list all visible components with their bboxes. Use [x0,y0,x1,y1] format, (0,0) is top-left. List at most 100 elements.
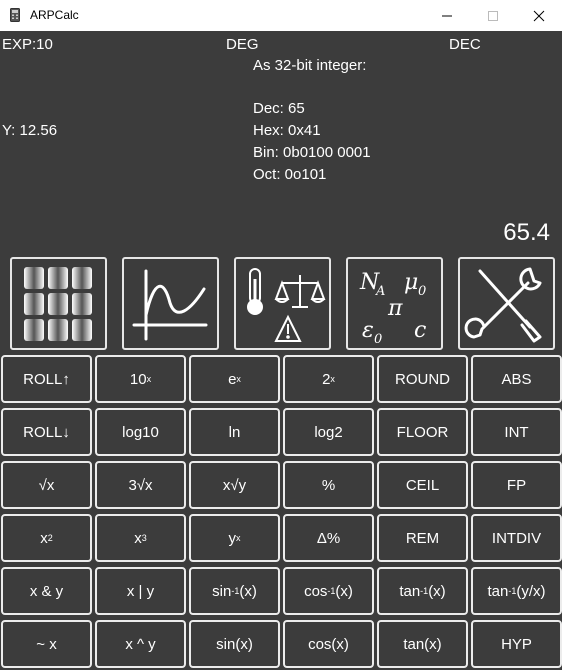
key-button[interactable]: HYP [471,620,562,668]
key-button[interactable]: ~ x [1,620,92,668]
key-button[interactable]: tan(x) [377,620,468,668]
key-button[interactable]: ROLL↑ [1,355,92,403]
key-button[interactable]: log2 [283,408,374,456]
key-superscript: x [236,374,241,384]
function-toolbar: N A μ 0 π ε 0 c [0,253,562,353]
key-button[interactable]: yx [189,514,280,562]
keypad: ROLL↑ 10 x e x 2 x ROUND ABS ROLL↓ log10 ln log2 FLOO… [1,355,562,670]
key-button[interactable]: ln [189,408,280,456]
key-label-suffix: (x) [428,582,446,600]
calculator-icon [10,8,20,22]
key-label: ROLL↓ [23,423,70,441]
constants-button[interactable]: N A μ 0 π ε 0 c [346,257,443,350]
angle-mode-indicator: DEG [226,36,259,53]
graph-button[interactable] [122,257,219,350]
key-superscript: -1 [508,586,517,596]
mu-symbol: μ [404,270,418,295]
key-label: FLOOR [396,423,449,441]
key-button[interactable]: tan -1 (y/x) [471,567,562,615]
minimize-button[interactable] [424,0,470,31]
key-label: √x [38,476,55,494]
key-label: tan [487,582,509,600]
decimal-value: Dec: 65 [253,100,305,117]
stack-y-register: Y: 12.56 [2,122,58,139]
epsilon-subscript: 0 [374,332,382,347]
key-label: x & y [29,582,64,600]
key-label: ABS [501,370,532,388]
maximize-icon [488,11,498,21]
pi-symbol: π [387,296,403,321]
key-superscript: x [330,374,335,384]
key-label: x | y [126,582,155,600]
key-button[interactable]: √x [1,461,92,509]
key-button[interactable]: CEIL [377,461,468,509]
key-button[interactable]: x√y [189,461,280,509]
key-button[interactable]: ABS [471,355,562,403]
close-icon [533,10,545,22]
key-button[interactable]: REM [377,514,468,562]
key-label: 2 [322,370,331,388]
stack-x-register: 65.4 [503,219,550,246]
key-label: x [134,529,142,547]
key-button[interactable]: cos -1 (x) [283,567,374,615]
close-button[interactable] [516,0,562,31]
key-label: HYP [501,635,532,653]
key-label: Δ% [316,529,341,547]
key-button[interactable]: x3 [95,514,186,562]
number-base-indicator: DEC [449,36,481,53]
menu-grid-icon [24,267,92,341]
mu-subscript: 0 [418,284,426,299]
key-button[interactable]: FP [471,461,562,509]
units-conversion-button[interactable] [234,257,331,350]
key-button[interactable]: % [283,461,374,509]
key-button[interactable]: 10 x [95,355,186,403]
key-button[interactable]: tan -1 (x) [377,567,468,615]
key-button[interactable]: INT [471,408,562,456]
key-superscript: -1 [327,586,336,596]
octal-value: Oct: 0o101 [253,166,327,183]
key-button[interactable]: sin(x) [189,620,280,668]
key-superscript: -1 [231,586,240,596]
key-button[interactable]: x2 [1,514,92,562]
key-button[interactable]: INTDIV [471,514,562,562]
key-button[interactable]: 3√x [95,461,186,509]
key-label: INT [504,423,529,441]
key-label: tan(x) [403,635,442,653]
key-button[interactable]: FLOOR [377,408,468,456]
tools-button[interactable] [458,257,555,350]
integer-info-header: As 32-bit integer: [253,57,367,74]
key-label-suffix: (x) [335,582,353,600]
key-label: x ^ y [125,635,156,653]
key-superscript: -1 [420,586,429,596]
key-button[interactable]: ex [189,355,280,403]
key-superscript: x [146,374,152,384]
key-label: 10 [129,370,147,388]
maximize-button[interactable] [470,0,516,31]
key-button[interactable]: ROUND [377,355,468,403]
key-button[interactable]: ROLL↓ [1,408,92,456]
key-superscript: x [236,533,241,543]
key-superscript: 3 [141,533,147,543]
key-button[interactable]: Δ% [283,514,374,562]
key-superscript: 2 [47,533,53,543]
key-button[interactable]: x ^ y [95,620,186,668]
key-label: % [321,476,336,494]
key-label: ROLL↑ [23,370,70,388]
key-label: ln [228,423,241,441]
key-label: 3√x [128,476,153,494]
key-label: log2 [314,423,343,441]
epsilon-symbol: ε [362,318,374,343]
key-label-suffix: (x) [239,582,257,600]
key-label: x√y [222,476,247,494]
key-button[interactable]: 2x [283,355,374,403]
key-label: ~ x [36,635,57,653]
tools-icon [464,267,542,343]
key-label: INTDIV [491,529,542,547]
menu-grid-button[interactable] [10,257,107,350]
key-button[interactable]: x | y [95,567,186,615]
key-button[interactable]: log10 [95,408,186,456]
key-button[interactable]: cos(x) [283,620,374,668]
speed-of-light-symbol: c [414,318,426,343]
key-button[interactable]: sin -1 (x) [189,567,280,615]
key-button[interactable]: x & y [1,567,92,615]
